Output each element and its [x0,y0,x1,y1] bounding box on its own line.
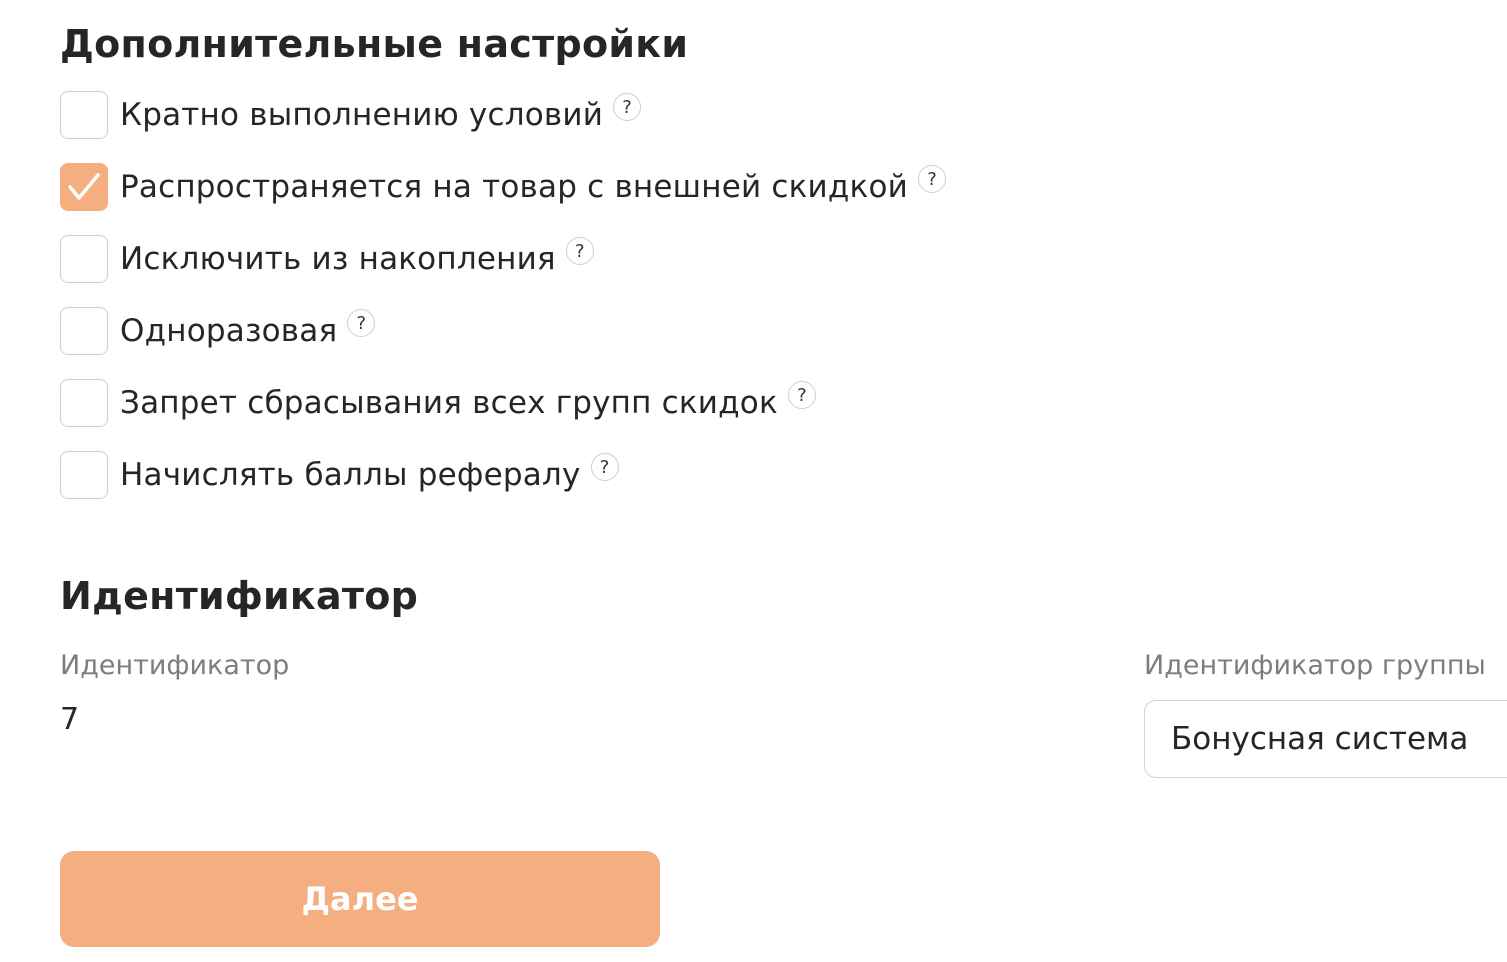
option-label-exclude-accumulation: Исключить из накопления [120,241,556,277]
extra-settings-title: Дополнительные настройки [60,22,689,66]
help-icon[interactable]: ? [787,381,816,409]
option-referral-points[interactable]: Начислять баллы рефералу ? [60,451,946,499]
option-exclude-accumulation[interactable]: Исключить из накопления ? [60,235,946,283]
option-label-one-time: Одноразовая [120,313,338,349]
checkbox-exclude-accumulation[interactable] [60,235,108,283]
next-button[interactable]: Далее [60,851,660,947]
option-label-multiple-conditions: Кратно выполнению условий [120,97,604,133]
option-label-referral-points: Начислять баллы рефералу [120,457,581,493]
option-one-time[interactable]: Одноразовая ? [60,307,946,355]
group-identifier-value: Бонусная система [1171,721,1469,757]
checkbox-no-reset-groups[interactable] [60,379,108,427]
identifier-value: 7 [60,702,80,737]
checkbox-multiple-conditions[interactable] [60,91,108,139]
option-external-discount[interactable]: Распространяется на товар с внешней скид… [60,163,946,211]
help-icon[interactable]: ? [590,453,619,481]
help-icon[interactable]: ? [917,165,946,193]
checkbox-external-discount[interactable] [60,163,108,211]
option-label-external-discount: Распространяется на товар с внешней скид… [120,169,908,205]
group-identifier-select[interactable]: Бонусная система [1144,700,1507,778]
checkbox-one-time[interactable] [60,307,108,355]
checkbox-referral-points[interactable] [60,451,108,499]
identifier-section-title: Идентификатор [60,574,419,618]
option-multiple-conditions[interactable]: Кратно выполнению условий ? [60,91,946,139]
help-icon[interactable]: ? [347,309,376,337]
identifier-label: Идентификатор [60,650,290,681]
help-icon[interactable]: ? [565,237,594,265]
group-identifier-label: Идентификатор группы [1144,650,1486,681]
check-icon [68,173,100,200]
option-no-reset-groups[interactable]: Запрет сбрасывания всех групп скидок ? [60,379,946,427]
help-icon[interactable]: ? [613,93,642,121]
extra-settings-options: Кратно выполнению условий ? Распространя… [60,91,946,523]
option-label-no-reset-groups: Запрет сбрасывания всех групп скидок [120,385,778,421]
